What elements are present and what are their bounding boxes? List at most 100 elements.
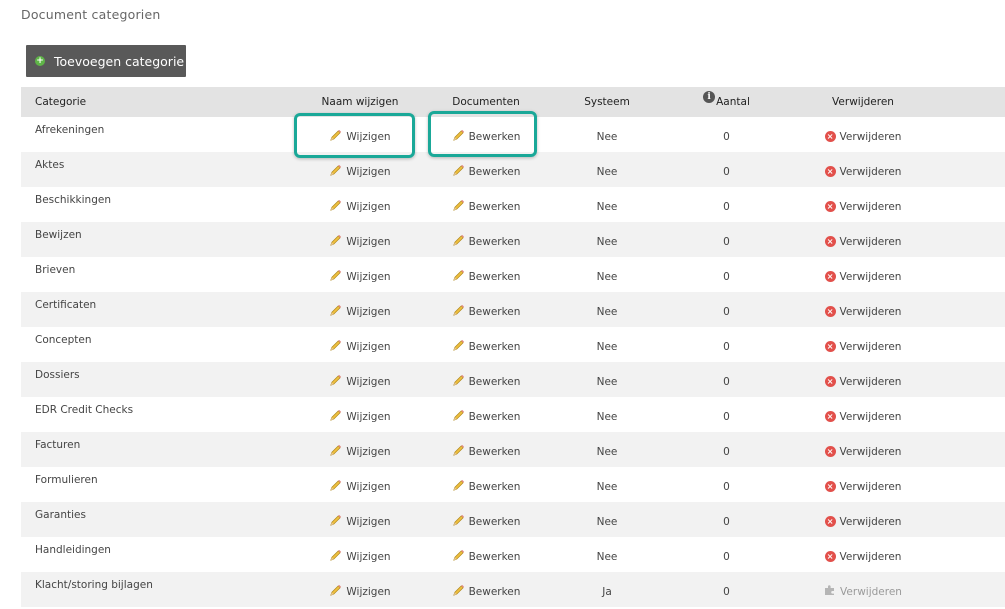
edit-documents-link[interactable]: Bewerken bbox=[452, 234, 521, 250]
aantal-value: 0 bbox=[723, 270, 730, 283]
row-spacer bbox=[938, 292, 1005, 327]
table-header-row: Categorie Naam wijzigen Documenten Syste… bbox=[21, 87, 1005, 117]
edit-documents-link[interactable]: Bewerken bbox=[452, 304, 521, 320]
naam-wijzigen-cell: Wijzigen bbox=[297, 362, 423, 397]
row-spacer bbox=[938, 327, 1005, 362]
edit-documents-label: Bewerken bbox=[468, 235, 521, 248]
category-name: Facturen bbox=[35, 439, 81, 451]
pencil-icon bbox=[329, 304, 342, 320]
row-spacer bbox=[938, 432, 1005, 467]
systeem-value: Nee bbox=[596, 305, 618, 318]
edit-documents-link[interactable]: Bewerken bbox=[452, 409, 520, 425]
edit-documents-link[interactable]: Bewerken bbox=[452, 584, 520, 600]
category-name: Afrekeningen bbox=[35, 124, 105, 136]
naam-wijzigen-cell: Wijzigen bbox=[297, 537, 423, 572]
aantal-value: 0 bbox=[723, 515, 730, 528]
edit-documents-label: Bewerken bbox=[468, 340, 521, 353]
row-spacer bbox=[938, 222, 1005, 257]
aantal-value: 0 bbox=[723, 375, 730, 388]
delete-label: Verwijderen bbox=[839, 550, 902, 563]
page-title: Document categorien bbox=[21, 7, 161, 22]
naam-wijzigen-cell: Wijzigen bbox=[297, 327, 423, 362]
delete-link[interactable]: × Verwijderen bbox=[824, 130, 902, 143]
category-name: Formulieren bbox=[35, 474, 98, 486]
pencil-icon bbox=[329, 129, 342, 145]
delete-link[interactable]: × Verwijderen bbox=[824, 376, 901, 388]
row-spacer bbox=[938, 257, 1005, 292]
rename-link[interactable]: Wijzigen bbox=[329, 409, 391, 425]
rename-label: Wijzigen bbox=[346, 445, 391, 458]
edit-documents-link[interactable]: Bewerken bbox=[452, 514, 521, 530]
table-row: Afrekeningen Wijzigen Bewerken Nee 0 × Verwijd… bbox=[21, 117, 1005, 152]
header-spacer bbox=[938, 87, 1005, 117]
documenten-cell: Bewerken bbox=[423, 397, 549, 432]
edit-documents-link[interactable]: Bewerken bbox=[452, 164, 520, 180]
rename-link[interactable]: Wijzigen bbox=[329, 444, 391, 460]
delete-link[interactable]: × Verwijderen bbox=[824, 236, 901, 248]
rename-link[interactable]: Wijzigen bbox=[329, 549, 391, 565]
rename-link[interactable]: Wijzigen bbox=[329, 164, 391, 180]
rename-link[interactable]: Wijzigen bbox=[329, 584, 391, 600]
aantal-value: 0 bbox=[723, 165, 730, 178]
rename-link[interactable]: Wijzigen bbox=[329, 514, 391, 530]
systeem-value: Nee bbox=[596, 235, 618, 248]
systeem-value: Nee bbox=[596, 410, 618, 423]
x-circle-icon: × bbox=[824, 481, 836, 493]
delete-link[interactable]: × Verwijderen bbox=[824, 446, 901, 458]
delete-link[interactable]: × Verwijderen bbox=[824, 201, 901, 213]
aantal-value: 0 bbox=[723, 130, 730, 143]
systeem-value: Nee bbox=[596, 375, 618, 388]
table-row: Concepten Wijzigen Bewerken Nee 0 × Verwijdere… bbox=[21, 327, 1005, 362]
delete-link[interactable]: × Verwijderen bbox=[824, 516, 901, 528]
edit-documents-label: Bewerken bbox=[468, 375, 521, 388]
pencil-icon bbox=[452, 409, 465, 425]
edit-documents-link[interactable]: Bewerken bbox=[452, 444, 520, 460]
documenten-cell: Bewerken bbox=[423, 432, 549, 467]
delete-link[interactable]: × Verwijderen bbox=[824, 306, 901, 318]
delete-link[interactable]: × Verwijderen bbox=[824, 411, 901, 423]
delete-label: Verwijderen bbox=[839, 130, 902, 143]
category-name: Handleidingen bbox=[35, 544, 111, 556]
edit-documents-label: Bewerken bbox=[468, 480, 521, 493]
edit-documents-label: Bewerken bbox=[468, 305, 521, 318]
rename-link[interactable]: Wijzigen bbox=[329, 129, 391, 145]
edit-documents-link[interactable]: Bewerken bbox=[452, 479, 521, 495]
edit-documents-link[interactable]: Bewerken bbox=[452, 199, 520, 215]
rename-link[interactable]: Wijzigen bbox=[329, 339, 391, 355]
rename-link[interactable]: Wijzigen bbox=[329, 269, 391, 285]
pencil-icon bbox=[329, 584, 342, 600]
edit-documents-link[interactable]: Bewerken bbox=[452, 374, 521, 390]
edit-documents-link[interactable]: Bewerken bbox=[452, 129, 520, 145]
edit-documents-link[interactable]: Bewerken bbox=[452, 339, 521, 355]
delete-link[interactable]: × Verwijderen bbox=[824, 341, 901, 353]
row-spacer bbox=[938, 397, 1005, 432]
rename-link[interactable]: Wijzigen bbox=[329, 199, 391, 215]
edit-documents-label: Bewerken bbox=[468, 515, 521, 528]
row-spacer bbox=[938, 187, 1005, 222]
delete-label: Verwijderen bbox=[839, 165, 902, 178]
delete-link[interactable]: × Verwijderen bbox=[824, 271, 901, 283]
rename-link[interactable]: Wijzigen bbox=[329, 374, 391, 390]
systeem-value: Nee bbox=[596, 515, 618, 528]
documenten-cell: Bewerken bbox=[423, 467, 549, 502]
delete-link[interactable]: × Verwijderen bbox=[824, 550, 902, 563]
rename-link[interactable]: Wijzigen bbox=[329, 479, 391, 495]
pencil-icon bbox=[329, 409, 342, 425]
rename-link[interactable]: Wijzigen bbox=[329, 234, 391, 250]
documenten-cell: Bewerken bbox=[423, 327, 549, 362]
rename-link[interactable]: Wijzigen bbox=[329, 304, 391, 320]
systeem-value: Nee bbox=[596, 445, 618, 458]
edit-documents-label: Bewerken bbox=[468, 550, 521, 563]
info-icon[interactable]: i bbox=[703, 90, 716, 103]
delete-link[interactable]: × Verwijderen bbox=[824, 165, 902, 178]
add-category-button[interactable]: + Toevoegen categorie bbox=[26, 45, 186, 77]
category-name: Dossiers bbox=[35, 369, 80, 381]
x-circle-icon: × bbox=[824, 516, 836, 528]
verwijderen-cell: × Verwijderen bbox=[788, 257, 938, 292]
aantal-value: 0 bbox=[723, 200, 730, 213]
verwijderen-cell: × Verwijderen bbox=[788, 222, 938, 257]
edit-documents-link[interactable]: Bewerken bbox=[452, 549, 521, 565]
x-circle-icon: × bbox=[824, 411, 836, 423]
delete-link[interactable]: × Verwijderen bbox=[824, 481, 901, 493]
edit-documents-link[interactable]: Bewerken bbox=[452, 269, 520, 285]
